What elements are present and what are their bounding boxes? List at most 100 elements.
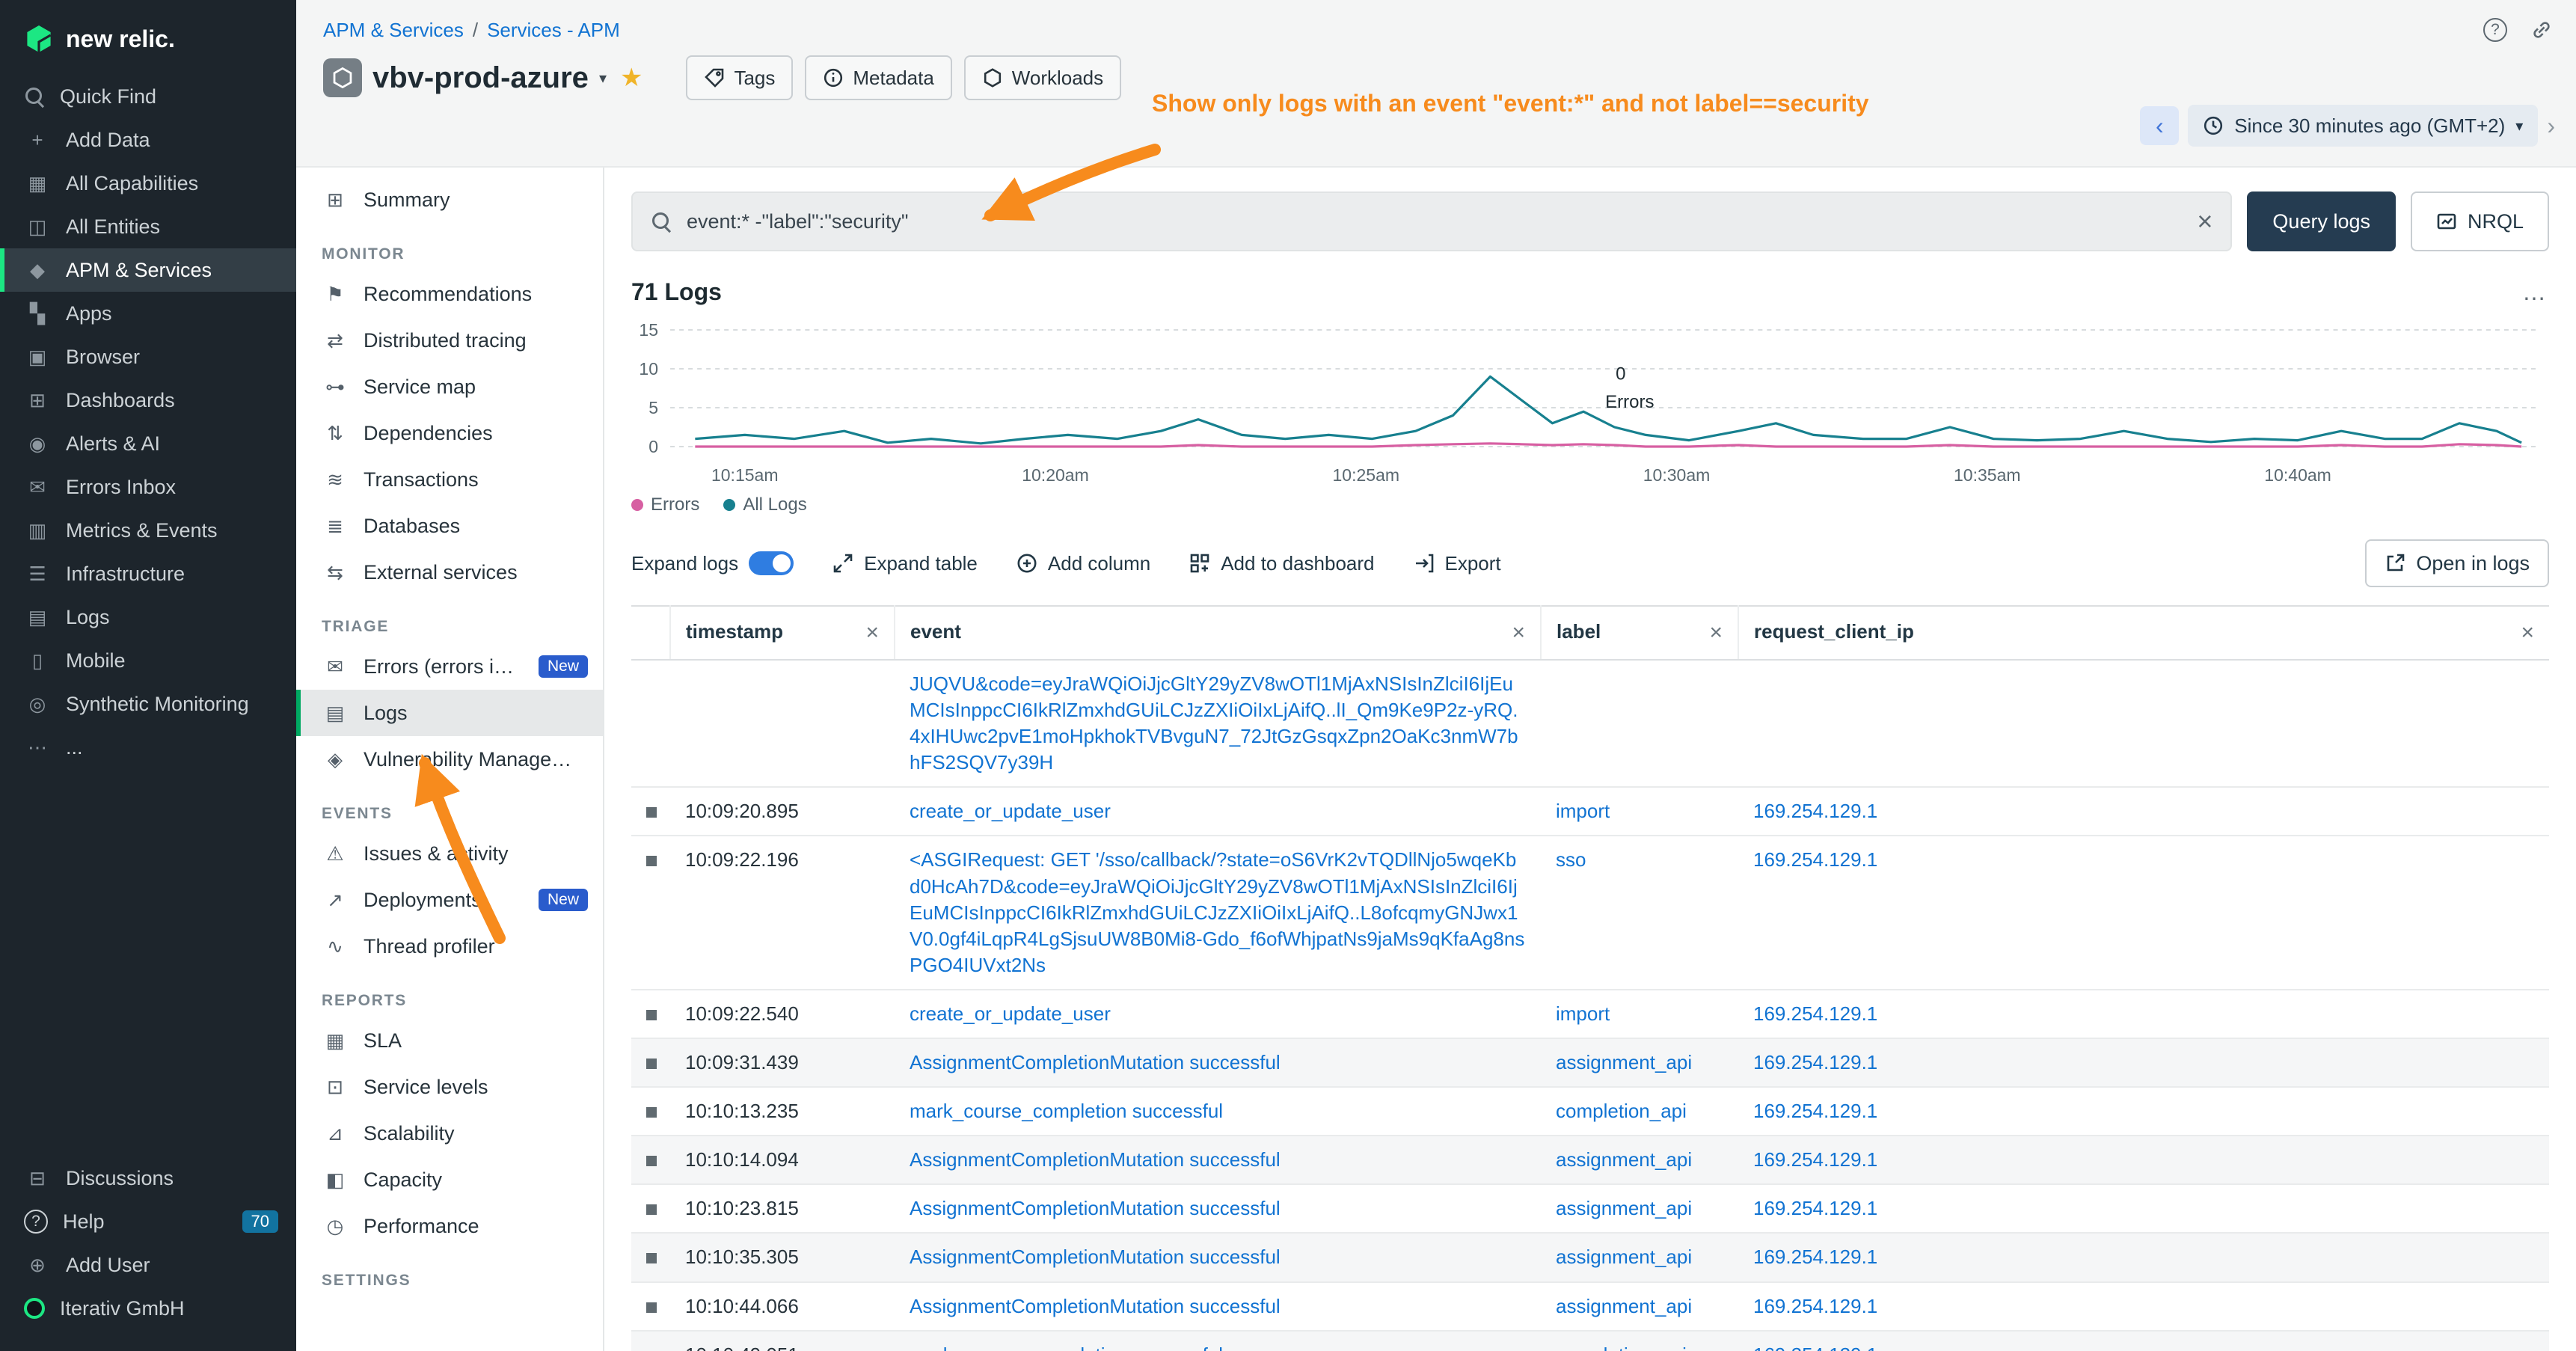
log-label-link[interactable]: assignment_api bbox=[1556, 1295, 1692, 1317]
sidebar-item-logs[interactable]: ▤Logs bbox=[0, 595, 296, 639]
row-handle-icon[interactable] bbox=[646, 856, 657, 866]
column-header-label[interactable]: label× bbox=[1541, 606, 1738, 660]
legend-errors[interactable]: Errors bbox=[631, 494, 699, 515]
subnav-item-deployments[interactable]: ↗DeploymentsNew bbox=[296, 877, 603, 923]
log-ip-link[interactable]: 169.254.129.1 bbox=[1753, 1148, 1877, 1171]
log-ip-link[interactable]: 169.254.129.1 bbox=[1753, 1051, 1877, 1073]
log-row[interactable]: 10:10:35.305AssignmentCompletionMutation… bbox=[631, 1233, 2549, 1281]
metadata-button[interactable]: Metadata bbox=[805, 55, 951, 100]
log-label-link[interactable]: sso bbox=[1556, 848, 1586, 871]
logs-chart[interactable]: 05101510:15am10:20am10:25am10:30am10:35a… bbox=[631, 312, 2549, 485]
subnav-item-logs[interactable]: ▤Logs bbox=[296, 690, 603, 736]
subnav-item-external-services[interactable]: ⇆External services bbox=[296, 549, 603, 595]
sidebar-item-errors-inbox[interactable]: ✉Errors Inbox bbox=[0, 465, 296, 509]
row-handle-icon[interactable] bbox=[646, 1010, 657, 1020]
subnav-item-issues-activity[interactable]: ⚠Issues & activity bbox=[296, 830, 603, 877]
log-ip-link[interactable]: 169.254.129.1 bbox=[1753, 848, 1877, 871]
workloads-button[interactable]: Workloads bbox=[964, 55, 1121, 100]
subnav-item-performance[interactable]: ◷Performance bbox=[296, 1203, 603, 1249]
query-logs-button[interactable]: Query logs bbox=[2247, 192, 2396, 251]
log-event-link[interactable]: AssignmentCompletionMutation successful bbox=[910, 1246, 1281, 1268]
subnav-item-scalability[interactable]: ⊿Scalability bbox=[296, 1110, 603, 1157]
help-icon[interactable]: ? bbox=[2483, 18, 2507, 42]
log-event-link[interactable]: AssignmentCompletionMutation successful bbox=[910, 1051, 1281, 1073]
log-event-link[interactable]: <ASGIRequest: GET '/sso/callback/?state=… bbox=[910, 848, 1524, 975]
add-column-button[interactable]: Add column bbox=[1016, 552, 1150, 575]
column-header-timestamp[interactable]: timestamp× bbox=[670, 606, 895, 660]
sidebar-item-all-capabilities[interactable]: ▦All Capabilities bbox=[0, 162, 296, 205]
log-ip-link[interactable]: 169.254.129.1 bbox=[1753, 1100, 1877, 1122]
time-forward-button[interactable]: › bbox=[2547, 112, 2555, 140]
new-relic-logo[interactable]: new relic. bbox=[0, 15, 296, 75]
sidebar-item-quick-find[interactable]: Quick Find bbox=[0, 75, 296, 118]
log-ip-link[interactable]: 169.254.129.1 bbox=[1753, 1344, 1877, 1351]
column-header-event[interactable]: event× bbox=[895, 606, 1541, 660]
sidebar-item-alerts-ai[interactable]: ◉Alerts & AI bbox=[0, 422, 296, 465]
log-row[interactable]: 10:09:22.540create_or_update_userimport1… bbox=[631, 990, 2549, 1038]
log-row[interactable]: JUQVU&code=eyJraWQiOiJjcGltY29yZV8wOTl1M… bbox=[631, 660, 2549, 787]
row-handle-icon[interactable] bbox=[646, 1302, 657, 1313]
sidebar-item-metrics-events[interactable]: ▥Metrics & Events bbox=[0, 509, 296, 552]
expand-table-button[interactable]: Expand table bbox=[832, 552, 978, 575]
sidebar-item-help[interactable]: ?Help70 bbox=[0, 1200, 296, 1243]
log-row[interactable]: 10:09:22.196<ASGIRequest: GET '/sso/call… bbox=[631, 836, 2549, 989]
expand-logs-control[interactable]: Expand logs bbox=[631, 551, 794, 575]
log-event-link[interactable]: create_or_update_user bbox=[910, 800, 1111, 822]
sidebar-item-mobile[interactable]: ▯Mobile bbox=[0, 639, 296, 682]
sidebar-item-infrastructure[interactable]: ☰Infrastructure bbox=[0, 552, 296, 595]
legend-all-logs[interactable]: All Logs bbox=[723, 494, 806, 515]
tags-button[interactable]: Tags bbox=[686, 55, 793, 100]
copy-link-icon[interactable] bbox=[2531, 19, 2552, 40]
log-event-link[interactable]: mark_course_completion successful bbox=[910, 1344, 1223, 1351]
sidebar-item-add-user[interactable]: ⊕Add User bbox=[0, 1243, 296, 1287]
sidebar-item-discussions[interactable]: ⊟Discussions bbox=[0, 1157, 296, 1200]
row-handle-icon[interactable] bbox=[646, 1107, 657, 1118]
subnav-item-vulnerability-management[interactable]: ◈Vulnerability Management bbox=[296, 736, 603, 782]
row-handle-icon[interactable] bbox=[646, 1156, 657, 1166]
log-ip-link[interactable]: 169.254.129.1 bbox=[1753, 1002, 1877, 1025]
log-label-link[interactable]: completion_api bbox=[1556, 1344, 1687, 1351]
log-event-link[interactable]: create_or_update_user bbox=[910, 1002, 1111, 1025]
log-row[interactable]: 10:10:13.235mark_course_completion succe… bbox=[631, 1087, 2549, 1136]
sidebar-item-add-data[interactable]: +Add Data bbox=[0, 118, 296, 162]
remove-column-icon[interactable]: × bbox=[2521, 620, 2534, 646]
log-ip-link[interactable]: 169.254.129.1 bbox=[1753, 800, 1877, 822]
subnav-item-service-map[interactable]: ⊶Service map bbox=[296, 364, 603, 410]
favorite-star-icon[interactable]: ★ bbox=[620, 63, 643, 93]
export-button[interactable]: Export bbox=[1414, 552, 1501, 575]
subnav-item-summary[interactable]: ⊞Summary bbox=[296, 177, 603, 223]
subnav-item-databases[interactable]: ≣Databases bbox=[296, 503, 603, 549]
remove-column-icon[interactable]: × bbox=[1709, 620, 1723, 646]
log-row[interactable]: 10:10:49.051mark_course_completion succe… bbox=[631, 1331, 2549, 1351]
column-header-request-client-ip[interactable]: request_client_ip× bbox=[1738, 606, 2549, 660]
subnav-item-service-levels[interactable]: ⊡Service levels bbox=[296, 1064, 603, 1110]
log-event-link[interactable]: AssignmentCompletionMutation successful bbox=[910, 1148, 1281, 1171]
log-label-link[interactable]: import bbox=[1556, 1002, 1610, 1025]
log-event-link[interactable]: JUQVU&code=eyJraWQiOiJjcGltY29yZV8wOTl1M… bbox=[910, 673, 1518, 773]
log-ip-link[interactable]: 169.254.129.1 bbox=[1753, 1197, 1877, 1219]
sidebar-item-dashboards[interactable]: ⊞Dashboards bbox=[0, 379, 296, 422]
sidebar-item-all-entities[interactable]: ◫All Entities bbox=[0, 205, 296, 248]
more-options-icon[interactable]: … bbox=[2522, 278, 2549, 306]
subnav-item-dependencies[interactable]: ⇅Dependencies bbox=[296, 410, 603, 456]
row-handle-icon[interactable] bbox=[646, 1204, 657, 1215]
log-ip-link[interactable]: 169.254.129.1 bbox=[1753, 1295, 1877, 1317]
log-label-link[interactable]: assignment_api bbox=[1556, 1246, 1692, 1268]
sidebar-item-iterativ-gmbh[interactable]: Iterativ GmbH bbox=[0, 1287, 296, 1330]
log-query-input[interactable]: event:* -"label":"security" × bbox=[631, 192, 2232, 251]
log-label-link[interactable]: import bbox=[1556, 800, 1610, 822]
sidebar-item-synthetic-monitoring[interactable]: ◎Synthetic Monitoring bbox=[0, 682, 296, 726]
subnav-item-capacity[interactable]: ◧Capacity bbox=[296, 1157, 603, 1203]
sidebar-item-[interactable]: ⋯... bbox=[0, 726, 296, 769]
log-event-link[interactable]: mark_course_completion successful bbox=[910, 1100, 1223, 1122]
log-label-link[interactable]: assignment_api bbox=[1556, 1051, 1692, 1073]
row-handle-icon[interactable] bbox=[646, 1253, 657, 1263]
remove-column-icon[interactable]: × bbox=[1512, 620, 1525, 646]
log-row[interactable]: 10:10:44.066AssignmentCompletionMutation… bbox=[631, 1282, 2549, 1331]
log-row[interactable]: 10:09:31.439AssignmentCompletionMutation… bbox=[631, 1038, 2549, 1087]
remove-column-icon[interactable]: × bbox=[865, 620, 879, 646]
add-to-dashboard-button[interactable]: Add to dashboard bbox=[1189, 552, 1374, 575]
log-label-link[interactable]: assignment_api bbox=[1556, 1197, 1692, 1219]
log-label-link[interactable]: assignment_api bbox=[1556, 1148, 1692, 1171]
expand-logs-toggle-icon[interactable] bbox=[749, 551, 794, 575]
